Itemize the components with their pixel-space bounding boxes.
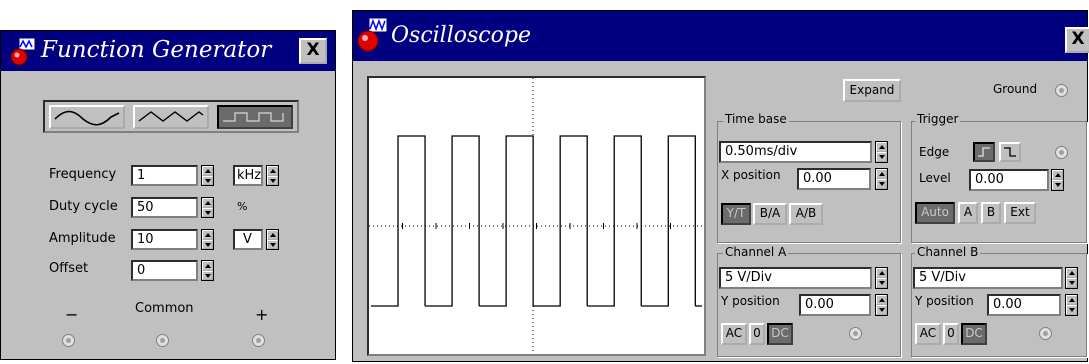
minus-terminal-label: − (65, 305, 79, 324)
edge-label: Edge (919, 145, 950, 159)
level-spinner[interactable] (1051, 169, 1064, 191)
frequency-label: Frequency (49, 167, 117, 182)
x-position-input[interactable]: 0.00 (797, 168, 871, 190)
channel-a-dc-button[interactable]: DC (767, 323, 793, 345)
time-base-title: Time base (723, 112, 789, 126)
multisim-instrument-icon (9, 37, 37, 67)
close-button[interactable]: X (299, 38, 327, 64)
duty-cycle-label: Duty cycle (49, 199, 118, 214)
function-generator-titlebar[interactable]: Function Generator X (1, 31, 335, 71)
ground-connector[interactable] (1055, 84, 1068, 97)
expand-button[interactable]: Expand (843, 79, 901, 102)
channel-a-scale-spinner[interactable] (875, 267, 888, 289)
channel-a-y-position-input[interactable]: 0.00 (799, 294, 871, 316)
amplitude-input[interactable]: 10 (131, 229, 198, 250)
trigger-b-button[interactable]: B (981, 202, 1001, 224)
triangle-wave-icon (138, 111, 204, 122)
level-label: Level (919, 171, 951, 185)
channel-b-y-position-input[interactable]: 0.00 (987, 294, 1061, 316)
falling-edge-icon (1004, 147, 1016, 157)
channel-a-ac-button[interactable]: AC (721, 323, 747, 345)
channel-b-connector[interactable] (1039, 327, 1052, 340)
amplitude-spinner[interactable] (201, 229, 214, 250)
ab-mode-button[interactable]: A/B (789, 203, 823, 225)
close-button[interactable]: X (1065, 27, 1089, 53)
channel-a-zero-button[interactable]: 0 (749, 323, 765, 345)
channel-b-ac-button[interactable]: AC (915, 323, 941, 345)
square-wave-icon (223, 112, 284, 122)
channel-b-zero-button[interactable]: 0 (943, 323, 959, 345)
square-wave-pulse (641, 135, 696, 307)
common-terminal-label: Common (135, 301, 194, 316)
frequency-unit-select[interactable]: kHz (233, 165, 263, 186)
square-wave-button[interactable] (217, 105, 293, 129)
frequency-input[interactable]: 1 (131, 165, 198, 186)
duty-cycle-spinner[interactable] (201, 197, 214, 218)
scope-trace-area (369, 78, 704, 354)
time-base-spinner[interactable] (875, 141, 888, 163)
external-trigger-connector[interactable] (1055, 146, 1068, 159)
channel-a-y-position-spinner[interactable] (875, 294, 888, 316)
frequency-unit-spinner[interactable] (266, 165, 279, 186)
duty-cycle-unit: % (237, 200, 248, 213)
channel-a-connector[interactable] (849, 327, 862, 340)
ba-mode-button[interactable]: B/A (753, 203, 787, 225)
x-position-spinner[interactable] (875, 168, 888, 190)
channel-b-y-position-label: Y position (915, 294, 974, 308)
trigger-a-button[interactable]: A (958, 202, 978, 224)
duty-cycle-input[interactable]: 50 (131, 197, 198, 218)
ground-label: Ground (993, 82, 1038, 96)
plus-terminal-connector[interactable] (252, 334, 265, 347)
amplitude-unit-spinner[interactable] (266, 229, 279, 250)
time-base-input[interactable]: 0.50ms/div (719, 141, 872, 163)
function-generator-title: Function Generator (41, 37, 272, 63)
multisim-instrument-icon (357, 17, 389, 53)
common-terminal-connector[interactable] (156, 334, 169, 347)
square-wave-pulse (587, 135, 642, 307)
oscilloscope-title: Oscilloscope (391, 23, 531, 48)
oscilloscope-window: Oscilloscope X Expand Ground Time base 0… (352, 10, 1089, 362)
waveform-selector (43, 100, 299, 133)
offset-input[interactable]: 0 (131, 260, 198, 281)
trigger-auto-button[interactable]: Auto (915, 202, 955, 224)
rising-edge-icon (978, 147, 990, 157)
scope-display (367, 76, 706, 356)
offset-spinner[interactable] (201, 260, 214, 281)
oscilloscope-titlebar[interactable]: Oscilloscope X (353, 11, 1089, 61)
square-wave-pulse (425, 135, 480, 307)
trigger-ext-button[interactable]: Ext (1004, 202, 1036, 224)
amplitude-label: Amplitude (49, 231, 116, 246)
sine-wave-icon (54, 110, 120, 126)
square-wave-pulse (371, 135, 426, 307)
channel-a-scale-input[interactable]: 5 V/Div (719, 267, 872, 289)
channel-b-scale-input[interactable]: 5 V/Div (913, 267, 1063, 289)
offset-label: Offset (49, 261, 89, 276)
triangle-wave-button[interactable] (133, 105, 209, 129)
channel-a-y-position-label: Y position (721, 294, 780, 308)
plus-terminal-label: + (255, 305, 269, 324)
frequency-spinner[interactable] (201, 165, 214, 186)
square-wave-pulse (479, 135, 534, 307)
level-input[interactable]: 0.00 (969, 169, 1049, 191)
square-wave-pulse (533, 135, 588, 307)
x-position-label: X position (721, 168, 781, 182)
channel-b-scale-spinner[interactable] (1065, 267, 1078, 289)
falling-edge-button[interactable] (999, 142, 1021, 162)
channel-a-title: Channel A (723, 245, 789, 259)
rising-edge-button[interactable] (973, 142, 995, 162)
channel-b-y-position-spinner[interactable] (1065, 294, 1078, 316)
amplitude-unit-select[interactable]: V (233, 229, 263, 250)
sine-wave-button[interactable] (49, 105, 125, 129)
yt-mode-button[interactable]: Y/T (721, 203, 751, 225)
function-generator-window: Function Generator X Frequency 1 kHz Dut… (0, 30, 336, 360)
minus-terminal-connector[interactable] (62, 334, 75, 347)
channel-b-dc-button[interactable]: DC (961, 323, 987, 345)
trigger-title: Trigger (915, 112, 961, 126)
channel-b-title: Channel B (915, 245, 981, 259)
